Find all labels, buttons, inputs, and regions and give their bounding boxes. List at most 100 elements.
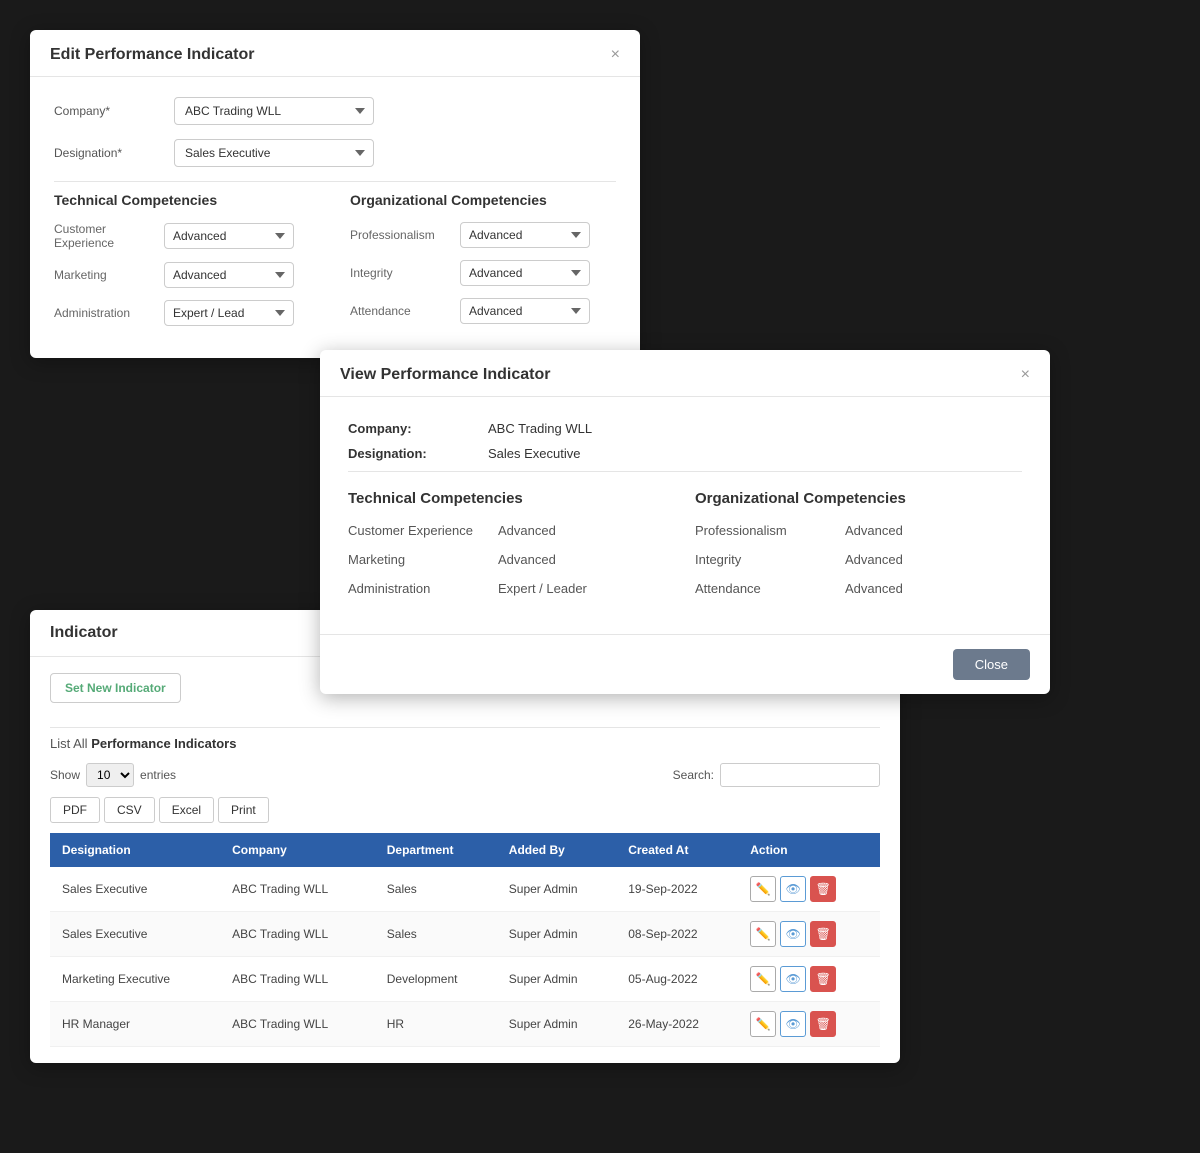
delete-button[interactable]: 🗑 [810, 1011, 836, 1037]
edit-modal-title: Edit Performance Indicator [50, 46, 255, 64]
col-action: Action [738, 833, 880, 867]
view-modal-close-button[interactable]: × [1021, 366, 1030, 384]
edit-button[interactable]: ✏️ [750, 921, 776, 947]
delete-button[interactable]: 🗑 [810, 966, 836, 992]
cell-department: HR [375, 1002, 497, 1047]
delete-button[interactable]: 🗑 [810, 876, 836, 902]
cell-company: ABC Trading WLL [220, 867, 375, 912]
cell-company: ABC Trading WLL [220, 912, 375, 957]
designation-label: Designation* [54, 146, 174, 160]
view-modal-footer: Close [320, 634, 1050, 694]
tech-label-1: Marketing [54, 268, 164, 282]
col-designation: Designation [50, 833, 220, 867]
designation-select[interactable]: Sales Executive [174, 139, 374, 167]
org-select-1[interactable]: Advanced Expert / Lead Intermediate [460, 260, 590, 286]
cell-created-at: 05-Aug-2022 [616, 957, 738, 1002]
cell-designation: HR Manager [50, 1002, 220, 1047]
tech-row-2: Administration Expert / Lead Advanced In… [54, 300, 320, 326]
view-org-label-2: Attendance [695, 581, 845, 596]
pdf-button[interactable]: PDF [50, 797, 100, 823]
organizational-competencies-col: Organizational Competencies Professional… [350, 192, 616, 338]
org-select-0[interactable]: Advanced Expert / Lead Intermediate [460, 222, 590, 248]
view-company-label: Company: [348, 421, 488, 436]
cell-designation: Sales Executive [50, 867, 220, 912]
csv-button[interactable]: CSV [104, 797, 155, 823]
view-designation-label: Designation: [348, 446, 488, 461]
view-org-value-2: Advanced [845, 581, 903, 596]
view-button[interactable]: 👁 [780, 966, 806, 992]
view-org-row-0: Professionalism Advanced [695, 523, 1022, 538]
view-tech-value-2: Expert / Leader [498, 581, 587, 596]
view-tech-value-0: Advanced [498, 523, 556, 538]
company-label: Company* [54, 104, 174, 118]
show-entries-select[interactable]: 10 25 50 [86, 763, 134, 787]
tech-select-1[interactable]: Advanced Expert / Lead Intermediate [164, 262, 294, 288]
tech-select-0[interactable]: Advanced Expert / Lead Intermediate [164, 223, 294, 249]
competencies-section: Technical Competencies Customer Experien… [54, 192, 616, 338]
cell-action: ✏️ 👁 🗑 [738, 957, 880, 1002]
edit-modal-close-button[interactable]: × [611, 46, 620, 64]
company-select[interactable]: ABC Trading WLL [174, 97, 374, 125]
technical-heading: Technical Competencies [54, 192, 320, 208]
view-tech-row-1: Marketing Advanced [348, 552, 675, 567]
view-close-button[interactable]: Close [953, 649, 1030, 680]
edit-button[interactable]: ✏️ [750, 966, 776, 992]
view-divider [348, 471, 1022, 472]
view-modal-header: View Performance Indicator × [320, 350, 1050, 397]
table-controls: Show 10 25 50 entries Search: [50, 763, 880, 787]
view-button[interactable]: 👁 [780, 1011, 806, 1037]
view-technical-heading: Technical Competencies [348, 490, 675, 507]
set-new-label: Set New Indicator [65, 681, 166, 695]
tech-select-2[interactable]: Expert / Lead Advanced Intermediate [164, 300, 294, 326]
delete-button[interactable]: 🗑 [810, 921, 836, 947]
excel-button[interactable]: Excel [159, 797, 214, 823]
edit-button[interactable]: ✏️ [750, 1011, 776, 1037]
tech-label-2: Administration [54, 306, 164, 320]
cell-created-at: 19-Sep-2022 [616, 867, 738, 912]
panel-title: Indicator [50, 624, 118, 641]
print-button[interactable]: Print [218, 797, 269, 823]
view-designation-value: Sales Executive [488, 446, 581, 461]
org-select-2[interactable]: Advanced Expert / Lead Intermediate [460, 298, 590, 324]
view-company-value: ABC Trading WLL [488, 421, 592, 436]
view-tech-row-0: Customer Experience Advanced [348, 523, 675, 538]
view-competencies-section: Technical Competencies Customer Experien… [348, 490, 1022, 610]
table-header: Designation Company Department Added By … [50, 833, 880, 867]
panel-body: Set New Indicator List All Performance I… [30, 657, 900, 1063]
table-row: HR Manager ABC Trading WLL HR Super Admi… [50, 1002, 880, 1047]
action-icons: ✏️ 👁 🗑 [750, 876, 868, 902]
view-designation-row: Designation: Sales Executive [348, 446, 1022, 461]
cell-department: Development [375, 957, 497, 1002]
cell-action: ✏️ 👁 🗑 [738, 912, 880, 957]
edit-performance-indicator-modal: Edit Performance Indicator × Company* AB… [30, 30, 640, 358]
edit-button[interactable]: ✏️ [750, 876, 776, 902]
view-tech-row-2: Administration Expert / Leader [348, 581, 675, 596]
view-performance-indicator-modal: View Performance Indicator × Company: AB… [320, 350, 1050, 694]
view-technical-col: Technical Competencies Customer Experien… [348, 490, 675, 610]
cell-company: ABC Trading WLL [220, 957, 375, 1002]
view-button[interactable]: 👁 [780, 876, 806, 902]
view-tech-label-2: Administration [348, 581, 498, 596]
set-new-button[interactable]: Set New Indicator [50, 673, 181, 703]
action-icons: ✏️ 👁 🗑 [750, 966, 868, 992]
cell-added-by: Super Admin [497, 912, 616, 957]
search-input[interactable] [720, 763, 880, 787]
view-org-row-1: Integrity Advanced [695, 552, 1022, 567]
view-tech-label-1: Marketing [348, 552, 498, 567]
cell-company: ABC Trading WLL [220, 1002, 375, 1047]
search-label: Search: [673, 768, 714, 782]
list-prefix: List All [50, 736, 88, 751]
view-tech-label-0: Customer Experience [348, 523, 498, 538]
col-company: Company [220, 833, 375, 867]
tech-label-0: Customer Experience [54, 222, 164, 250]
view-org-row-2: Attendance Advanced [695, 581, 1022, 596]
view-organizational-col: Organizational Competencies Professional… [695, 490, 1022, 610]
view-modal-body: Company: ABC Trading WLL Designation: Sa… [320, 397, 1050, 634]
view-modal-title: View Performance Indicator [340, 366, 550, 384]
view-button[interactable]: 👁 [780, 921, 806, 947]
col-added-by: Added By [497, 833, 616, 867]
view-org-label-1: Integrity [695, 552, 845, 567]
technical-competencies-col: Technical Competencies Customer Experien… [54, 192, 320, 338]
cell-designation: Sales Executive [50, 912, 220, 957]
cell-designation: Marketing Executive [50, 957, 220, 1002]
